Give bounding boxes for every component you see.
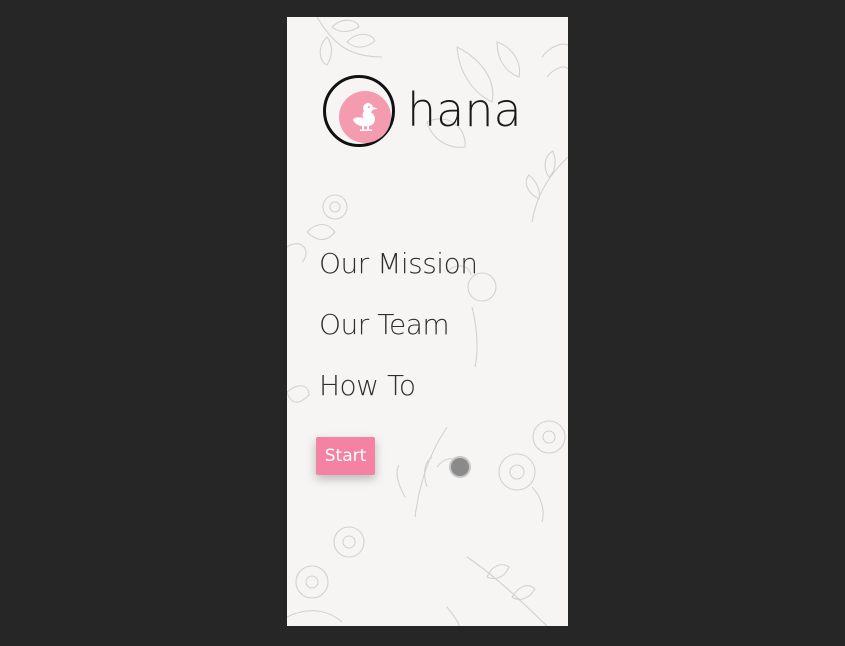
logo-wordmark: hana <box>407 83 522 137</box>
circle-dot-icon[interactable] <box>449 456 471 478</box>
duck-icon <box>353 103 378 131</box>
nav-item-how-to[interactable]: How To <box>319 365 477 426</box>
nav-item-our-team[interactable]: Our Team <box>319 304 477 365</box>
logo-ring <box>323 75 395 147</box>
nav-item-our-mission[interactable]: Our Mission <box>319 243 478 304</box>
mobile-viewport: hana Our Mission Our Team How To Start <box>287 17 568 626</box>
main-navigation: Our Mission Our Team How To <box>319 243 478 426</box>
logo-disc <box>339 91 391 143</box>
start-button[interactable]: Start <box>316 437 375 475</box>
ohana-logo[interactable]: hana <box>323 75 523 153</box>
